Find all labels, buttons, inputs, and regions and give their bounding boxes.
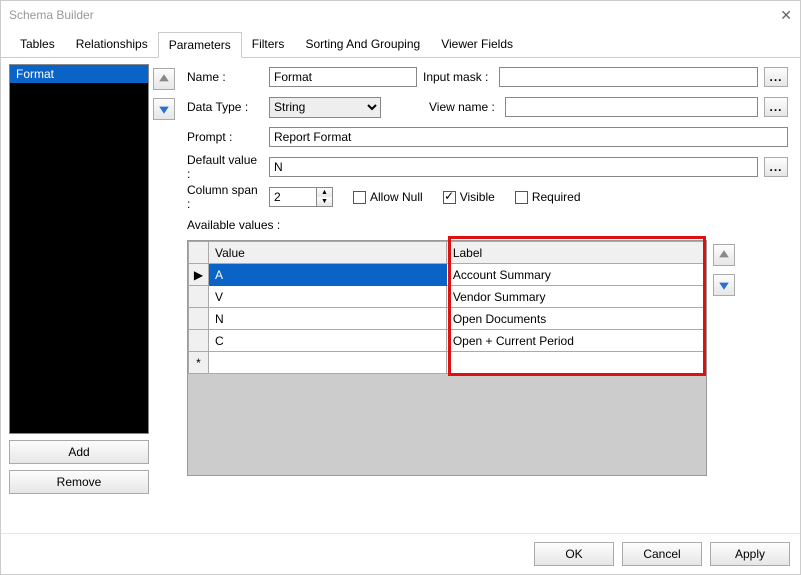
close-icon[interactable]: ✕ — [780, 7, 792, 24]
grid-move-up-button[interactable] — [713, 244, 735, 266]
tab-tables[interactable]: Tables — [9, 31, 66, 57]
column-value-header[interactable]: Value — [209, 242, 447, 264]
datatype-select[interactable]: String — [269, 97, 381, 118]
prompt-input[interactable] — [269, 127, 788, 147]
name-label: Name : — [187, 70, 263, 84]
viewname-input[interactable] — [505, 97, 758, 117]
tab-sorting-grouping[interactable]: Sorting And Grouping — [294, 31, 431, 57]
add-button[interactable]: Add — [9, 440, 149, 464]
allow-null-label: Allow Null — [370, 190, 423, 204]
row-selector-icon: ▶ — [189, 264, 209, 286]
grid-empty-area — [188, 374, 706, 475]
default-ellipsis-button[interactable]: ... — [764, 157, 788, 177]
colspan-down-icon[interactable]: ▼ — [317, 197, 332, 206]
left-column: Format Add Remove — [9, 64, 181, 529]
allow-null-checkbox[interactable]: Allow Null — [353, 190, 423, 204]
available-values-label: Available values : — [187, 218, 788, 232]
remove-button[interactable]: Remove — [9, 470, 149, 494]
move-down-button[interactable] — [153, 98, 175, 120]
window-title: Schema Builder — [9, 8, 94, 22]
name-input[interactable] — [269, 67, 417, 87]
grid-corner — [189, 242, 209, 264]
schema-builder-window: Schema Builder ✕ Tables Relationships Pa… — [0, 0, 801, 575]
grid-move-down-button[interactable] — [713, 274, 735, 296]
required-label: Required — [532, 190, 581, 204]
new-row-icon: * — [189, 352, 209, 374]
tab-parameters[interactable]: Parameters — [158, 32, 242, 58]
visible-checkbox[interactable]: Visible — [443, 190, 495, 204]
input-mask-label: Input mask : — [423, 70, 493, 84]
right-column: Name : Input mask : ... Data Type : Stri… — [187, 64, 792, 529]
tab-relationships[interactable]: Relationships — [65, 31, 159, 57]
dialog-footer: OK Cancel Apply — [1, 533, 800, 574]
available-values-grid[interactable]: Value Label ▶ A Account Summary — [187, 240, 707, 476]
table-row[interactable]: ▶ A Account Summary — [189, 264, 706, 286]
parameter-item-format[interactable]: Format — [10, 65, 148, 83]
datatype-label: Data Type : — [187, 100, 263, 114]
titlebar: Schema Builder ✕ — [1, 1, 800, 29]
table-row[interactable]: V Vendor Summary — [189, 286, 706, 308]
default-value-input[interactable] — [269, 157, 758, 177]
table-row[interactable]: N Open Documents — [189, 308, 706, 330]
apply-button[interactable]: Apply — [710, 542, 790, 566]
parameter-list[interactable]: Format — [9, 64, 149, 434]
cancel-button[interactable]: Cancel — [622, 542, 702, 566]
colspan-input[interactable] — [269, 187, 317, 207]
viewname-label: View name : — [429, 100, 499, 114]
table-row[interactable]: C Open + Current Period — [189, 330, 706, 352]
table-new-row[interactable]: * — [189, 352, 706, 374]
content-area: Format Add Remove Name : — [1, 58, 800, 533]
input-mask-ellipsis-button[interactable]: ... — [764, 67, 788, 87]
tab-viewer-fields[interactable]: Viewer Fields — [430, 31, 524, 57]
column-label-header[interactable]: Label — [446, 242, 705, 264]
default-label: Default value : — [187, 153, 263, 181]
move-up-button[interactable] — [153, 68, 175, 90]
input-mask-input[interactable] — [499, 67, 758, 87]
viewname-ellipsis-button[interactable]: ... — [764, 97, 788, 117]
prompt-label: Prompt : — [187, 130, 263, 144]
tab-bar: Tables Relationships Parameters Filters … — [1, 31, 800, 58]
colspan-label: Column span : — [187, 183, 263, 211]
visible-label: Visible — [460, 190, 495, 204]
colspan-up-icon[interactable]: ▲ — [317, 188, 332, 197]
tab-filters[interactable]: Filters — [241, 31, 296, 57]
ok-button[interactable]: OK — [534, 542, 614, 566]
required-checkbox[interactable]: Required — [515, 190, 581, 204]
